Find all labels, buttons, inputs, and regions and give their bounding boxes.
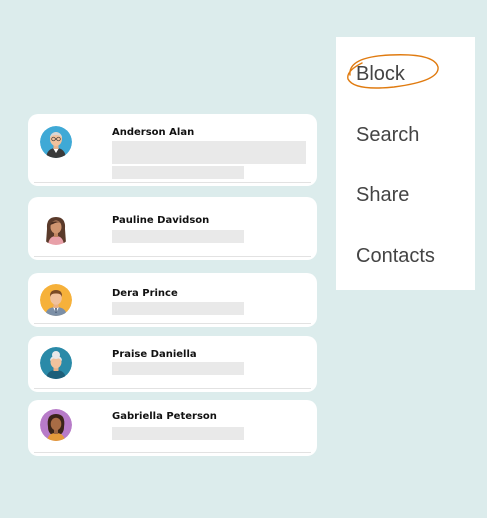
contact-name: Pauline Davidson [112, 215, 210, 226]
placeholder-line [112, 302, 244, 315]
context-menu: Block Search Share Contacts [336, 37, 475, 290]
placeholder-line [112, 362, 244, 375]
menu-item-share[interactable]: Share [356, 184, 409, 207]
menu-item-contacts[interactable]: Contacts [356, 245, 435, 268]
placeholder-line [112, 230, 244, 243]
placeholder-line [112, 141, 306, 164]
woman-dark-hair-avatar-icon [40, 409, 72, 441]
menu-item-search[interactable]: Search [356, 124, 419, 147]
contact-card[interactable]: Praise Daniella [28, 336, 317, 392]
contact-card[interactable]: Gabriella Peterson [28, 400, 317, 456]
woman-white-hair-avatar-icon [40, 347, 72, 379]
contact-name: Praise Daniella [112, 349, 197, 360]
man-bald-glasses-avatar-icon [40, 126, 72, 158]
placeholder-line [112, 427, 244, 440]
contact-name: Dera Prince [112, 288, 178, 299]
menu-item-block[interactable]: Block [356, 63, 405, 86]
contact-name: Gabriella Peterson [112, 411, 217, 422]
placeholder-line [112, 166, 244, 179]
woman-brown-hair-avatar-icon [40, 213, 72, 245]
contact-card[interactable]: Anderson Alan [28, 114, 317, 186]
man-suit-avatar-icon [40, 284, 72, 316]
contact-card[interactable]: Dera Prince [28, 273, 317, 327]
contact-name: Anderson Alan [112, 127, 195, 138]
contact-card[interactable]: Pauline Davidson [28, 197, 317, 260]
